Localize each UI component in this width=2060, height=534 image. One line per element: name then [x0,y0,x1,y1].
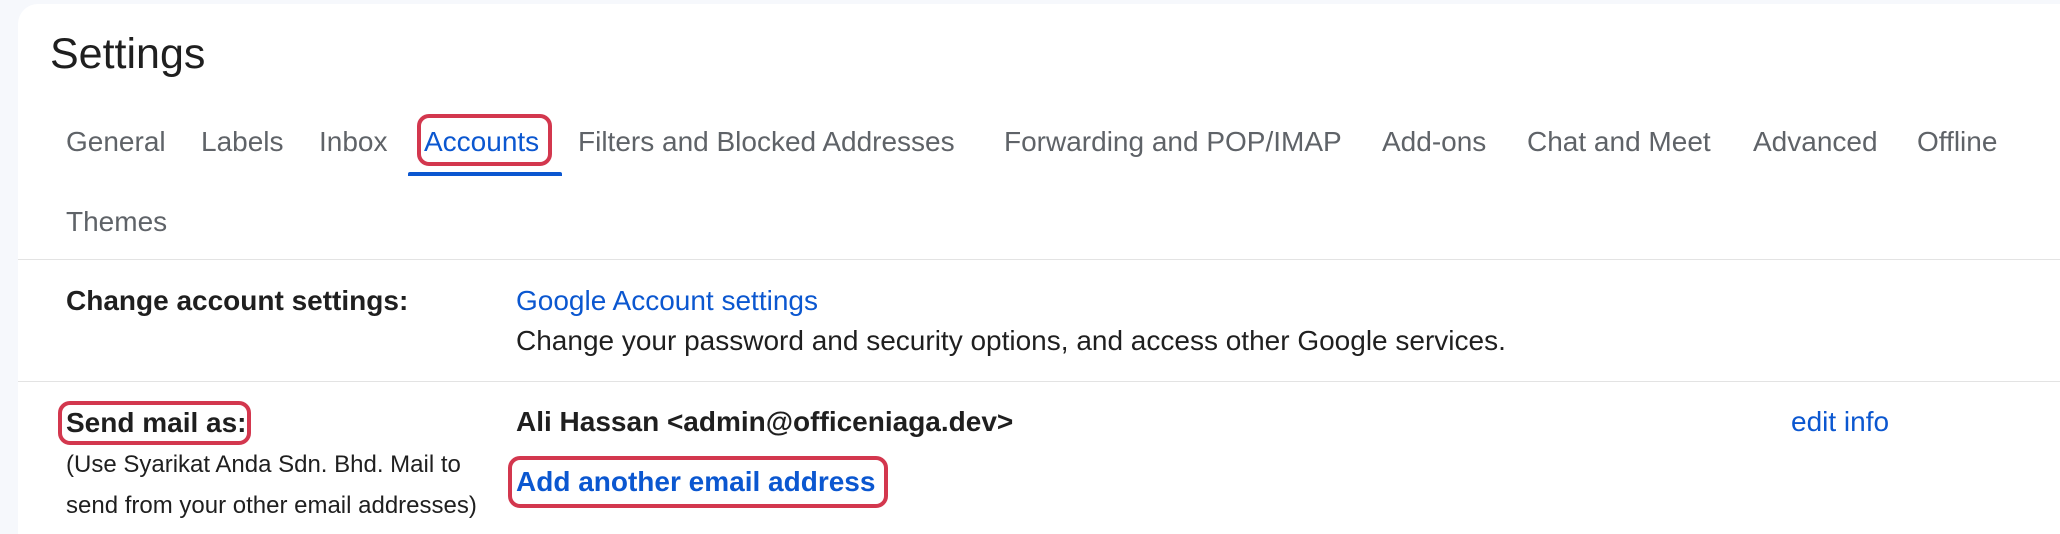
divider [18,381,2060,382]
add-another-email-link[interactable]: Add another email address [516,464,875,500]
divider [18,259,2060,260]
tab-accounts[interactable]: Accounts [424,124,539,160]
send-mail-as-description-line1: (Use Syarikat Anda Sdn. Bhd. Mail to [66,451,461,478]
tab-chat-meet[interactable]: Chat and Meet [1527,124,1711,160]
send-mail-as-label: Send mail as: [66,407,247,438]
google-account-settings-link[interactable]: Google Account settings [516,283,818,319]
tab-offline[interactable]: Offline [1917,124,1997,160]
send-as-identity: Ali Hassan <admin@officeniaga.dev> [516,406,1014,437]
active-tab-indicator [408,172,562,176]
account-settings-description: Change your password and security option… [516,325,1506,356]
tab-labels[interactable]: Labels [201,124,284,160]
tab-themes[interactable]: Themes [66,204,167,240]
page-title: Settings [50,30,206,78]
tab-filters[interactable]: Filters and Blocked Addresses [578,124,955,160]
change-account-settings-label: Change account settings: [66,285,409,316]
tab-forwarding[interactable]: Forwarding and POP/IMAP [1004,124,1342,160]
tab-general[interactable]: General [66,124,166,160]
edit-info-link[interactable]: edit info [1791,404,1889,440]
tab-inbox[interactable]: Inbox [319,124,388,160]
tab-advanced[interactable]: Advanced [1753,124,1878,160]
tab-addons[interactable]: Add-ons [1382,124,1486,160]
